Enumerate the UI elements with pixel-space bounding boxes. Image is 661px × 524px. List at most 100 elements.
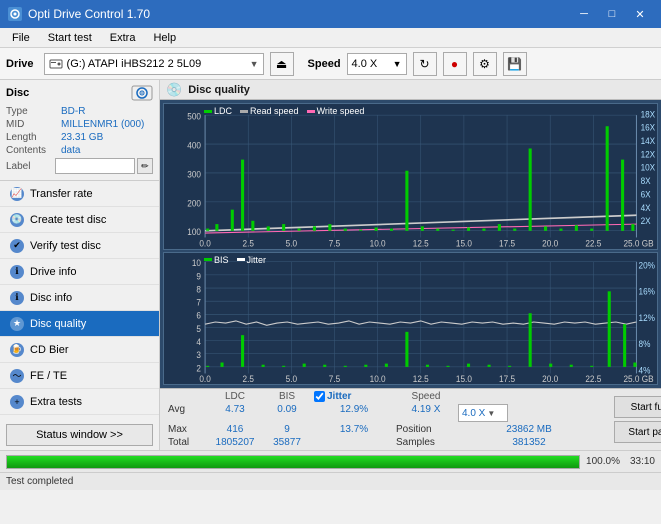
drive-icon	[49, 57, 63, 71]
disc-label-label: Label	[6, 161, 55, 172]
status-text: Test completed	[6, 476, 73, 487]
svg-text:10X: 10X	[641, 162, 656, 172]
svg-text:16X: 16X	[641, 122, 656, 132]
menu-extra[interactable]: Extra	[102, 31, 144, 45]
disc-label-input[interactable]	[55, 158, 135, 174]
svg-text:300: 300	[187, 169, 201, 179]
svg-text:20.0: 20.0	[542, 374, 558, 384]
sidebar-item-extra-tests[interactable]: + Extra tests	[0, 389, 159, 415]
speed-value: 4.19 X	[396, 404, 456, 422]
nav-label-transfer-rate: Transfer rate	[30, 188, 93, 200]
disc-panel: Disc Type BD-R MID MILLENMR1 (000) Lengt…	[0, 80, 159, 181]
svg-text:25.0 GB: 25.0 GB	[623, 238, 653, 248]
svg-text:4X: 4X	[641, 202, 651, 212]
jitter-checkbox[interactable]	[314, 391, 325, 402]
svg-text:2X: 2X	[641, 216, 651, 226]
svg-text:8%: 8%	[639, 339, 651, 349]
disc-info-icon: ℹ	[10, 291, 24, 305]
sidebar-item-drive-info[interactable]: ℹ Drive info	[0, 259, 159, 285]
speed-dropdown-arrow: ▼	[393, 59, 402, 69]
menu-file[interactable]: File	[4, 31, 38, 45]
svg-text:3: 3	[196, 349, 201, 359]
total-label: Total	[168, 437, 208, 448]
menu-starttest[interactable]: Start test	[40, 31, 100, 45]
type-value: BD-R	[61, 106, 85, 117]
svg-text:2.5: 2.5	[243, 238, 255, 248]
progress-time: 33:10	[630, 456, 655, 467]
eject-button[interactable]: ⏏	[270, 52, 294, 76]
speed-label: Speed	[308, 58, 341, 70]
statusbar: Test completed	[0, 472, 661, 490]
svg-text:6: 6	[196, 310, 201, 320]
write-speed-legend-item: Write speed	[307, 106, 365, 116]
ldc-legend-item: LDC	[204, 106, 232, 116]
bis-legend-label: BIS	[214, 255, 229, 265]
svg-text:12.5: 12.5	[413, 374, 429, 384]
sidebar-item-transfer-rate[interactable]: 📈 Transfer rate	[0, 181, 159, 207]
start-full-button[interactable]: Start full	[614, 396, 661, 418]
disc-type-row: Type BD-R	[6, 106, 153, 117]
svg-text:15.0: 15.0	[456, 374, 472, 384]
disc-contents-row: Contents data	[6, 145, 153, 156]
read-speed-legend-color	[240, 110, 248, 113]
samples-label: Samples	[396, 437, 456, 448]
jitter-header: Jitter	[327, 391, 351, 402]
type-label: Type	[6, 106, 61, 117]
avg-ldc: 4.73	[210, 404, 260, 422]
svg-text:7.5: 7.5	[329, 238, 341, 248]
svg-text:25.0 GB: 25.0 GB	[623, 374, 653, 384]
sidebar-item-verify-test-disc[interactable]: ✔ Verify test disc	[0, 233, 159, 259]
maximize-button[interactable]: □	[599, 4, 625, 24]
nav-label-extra-tests: Extra tests	[30, 396, 82, 408]
refresh-button[interactable]: ↻	[413, 52, 437, 76]
svg-text:7: 7	[196, 297, 201, 307]
svg-text:20.0: 20.0	[542, 238, 558, 248]
sidebar: Disc Type BD-R MID MILLENMR1 (000) Lengt…	[0, 80, 160, 450]
nav-label-cd-bier: CD Bier	[30, 344, 69, 356]
stats-bar: LDC BIS Jitter Speed Avg 4.73 0.09 12.9%	[160, 388, 661, 450]
progress-percent: 100.0%	[586, 456, 620, 467]
titlebar: Opti Drive Control 1.70 ─ □ ✕	[0, 0, 661, 28]
ldc-chart-svg: 500 400 300 200 100 18X 16X 14X 12X 10X …	[164, 104, 657, 249]
bis-chart-svg: 10 9 8 7 6 5 4 3 2 20% 16% 12% 8% 4%	[164, 253, 657, 384]
speed-select[interactable]: 4.0 X ▼	[347, 53, 407, 75]
svg-text:12%: 12%	[639, 312, 656, 322]
svg-text:10: 10	[192, 257, 201, 267]
jitter-checkbox-row: Jitter	[314, 391, 394, 402]
sidebar-item-create-test-disc[interactable]: 💿 Create test disc	[0, 207, 159, 233]
start-part-button[interactable]: Start part	[614, 421, 661, 443]
progress-bar-container: 100.0% 33:10	[0, 450, 661, 472]
ldc-chart-legend: LDC Read speed Write speed	[204, 106, 364, 116]
close-button[interactable]: ✕	[627, 4, 653, 24]
menu-help[interactable]: Help	[145, 31, 184, 45]
speed-dropdown[interactable]: 4.0 X ▼	[458, 404, 508, 422]
nav-label-fe-te: FE / TE	[30, 370, 67, 382]
titlebar-left: Opti Drive Control 1.70	[8, 7, 150, 21]
nav-label-disc-info: Disc info	[30, 292, 72, 304]
svg-text:16%: 16%	[639, 286, 656, 296]
svg-text:12.5: 12.5	[413, 238, 429, 248]
toolbar: Drive (G:) ATAPI iHBS212 2 5L09 ▼ ⏏ Spee…	[0, 48, 661, 80]
svg-text:20%: 20%	[639, 260, 656, 270]
svg-text:200: 200	[187, 198, 201, 208]
status-window-button[interactable]: Status window >>	[6, 424, 153, 446]
svg-text:2: 2	[196, 363, 201, 373]
nav-label-disc-quality: Disc quality	[30, 318, 86, 330]
drive-value: (G:) ATAPI iHBS212 2 5L09	[67, 58, 246, 70]
drive-select[interactable]: (G:) ATAPI iHBS212 2 5L09 ▼	[44, 53, 264, 75]
sidebar-item-disc-quality[interactable]: ★ Disc quality	[0, 311, 159, 337]
avg-label: Avg	[168, 404, 208, 422]
svg-text:10.0: 10.0	[370, 238, 386, 248]
burn-button[interactable]: ●	[443, 52, 467, 76]
label-edit-button[interactable]: ✏	[137, 158, 153, 174]
contents-value: data	[61, 145, 80, 156]
save-button[interactable]: 💾	[503, 52, 527, 76]
sidebar-item-cd-bier[interactable]: 🍺 CD Bier	[0, 337, 159, 363]
minimize-button[interactable]: ─	[571, 4, 597, 24]
settings-button[interactable]: ⚙	[473, 52, 497, 76]
jitter-legend-label: Jitter	[247, 255, 267, 265]
ldc-legend-label: LDC	[214, 106, 232, 116]
sidebar-item-fe-te[interactable]: 〜 FE / TE	[0, 363, 159, 389]
sidebar-item-disc-info[interactable]: ℹ Disc info	[0, 285, 159, 311]
nav-label-create-test-disc: Create test disc	[30, 214, 106, 226]
